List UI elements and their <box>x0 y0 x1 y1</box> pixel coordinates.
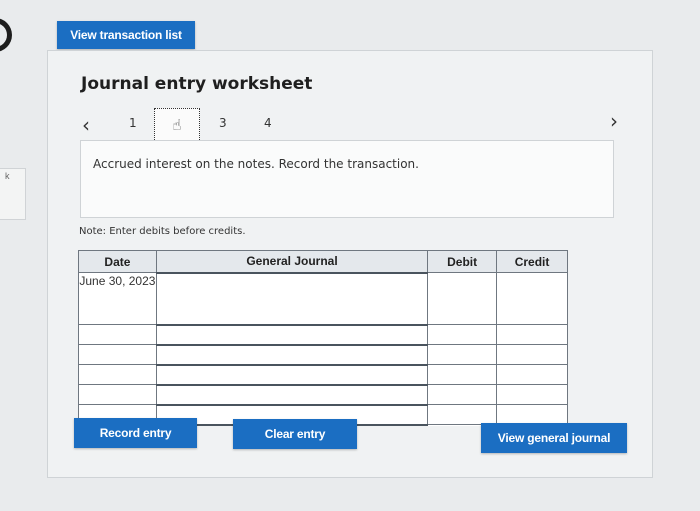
credit-cell[interactable] <box>496 404 568 425</box>
journal-table: Date General Journal Debit Credit June 3… <box>78 250 568 426</box>
debit-cell[interactable] <box>427 384 498 405</box>
debit-cell[interactable] <box>427 324 498 345</box>
date-column-header: Date <box>78 250 157 273</box>
clear-entry-button[interactable]: Clear entry <box>233 419 357 449</box>
date-cell <box>78 344 157 365</box>
table-row <box>78 383 568 406</box>
hand-cursor-icon: ☝ <box>172 116 182 134</box>
step-3-tab[interactable]: 3 <box>219 116 227 130</box>
partial-ring-graphic <box>0 18 12 52</box>
debit-cell[interactable] <box>427 272 498 325</box>
step-1-tab[interactable]: 1 <box>129 116 137 130</box>
table-row <box>78 363 568 386</box>
credit-column-header: Credit <box>496 250 568 273</box>
journal-entry-worksheet: Journal entry worksheet ‹ 1 ☝ 3 4 › Accr… <box>47 50 653 478</box>
account-cell[interactable] <box>155 363 429 386</box>
step-2-tab[interactable]: ☝ <box>154 108 200 142</box>
credit-cell[interactable] <box>496 364 568 385</box>
left-panel-text: k <box>5 171 10 181</box>
view-transaction-list-button[interactable]: View transaction list <box>57 21 195 49</box>
transaction-description: Accrued interest on the notes. Record th… <box>93 157 419 171</box>
date-cell <box>78 364 157 385</box>
debit-credit-note: Note: Enter debits before credits. <box>79 226 246 237</box>
credit-cell[interactable] <box>496 272 568 325</box>
transaction-description-box: Accrued interest on the notes. Record th… <box>80 140 614 218</box>
account-cell[interactable] <box>155 271 429 326</box>
credit-cell[interactable] <box>496 384 568 405</box>
view-general-journal-button[interactable]: View general journal <box>481 423 627 453</box>
table-row <box>78 343 568 366</box>
date-cell <box>78 384 157 405</box>
debit-cell[interactable] <box>427 344 498 365</box>
table-row: June 30, 2023 <box>78 271 568 326</box>
general-journal-column-header: General Journal <box>155 250 429 273</box>
table-row <box>78 323 568 346</box>
account-cell[interactable] <box>155 343 429 366</box>
credit-cell[interactable] <box>496 344 568 365</box>
worksheet-title: Journal entry worksheet <box>81 74 313 94</box>
date-cell: June 30, 2023 <box>78 272 157 325</box>
left-side-panel: k <box>0 168 26 220</box>
account-cell[interactable] <box>155 383 429 406</box>
chevron-right-icon[interactable]: › <box>610 109 618 133</box>
record-entry-button[interactable]: Record entry <box>74 418 197 448</box>
date-cell <box>78 324 157 345</box>
step-4-tab[interactable]: 4 <box>264 116 272 130</box>
account-cell[interactable] <box>155 323 429 346</box>
debit-cell[interactable] <box>427 404 498 425</box>
chevron-left-icon[interactable]: ‹ <box>82 113 90 137</box>
credit-cell[interactable] <box>496 324 568 345</box>
debit-column-header: Debit <box>427 250 498 273</box>
debit-cell[interactable] <box>427 364 498 385</box>
